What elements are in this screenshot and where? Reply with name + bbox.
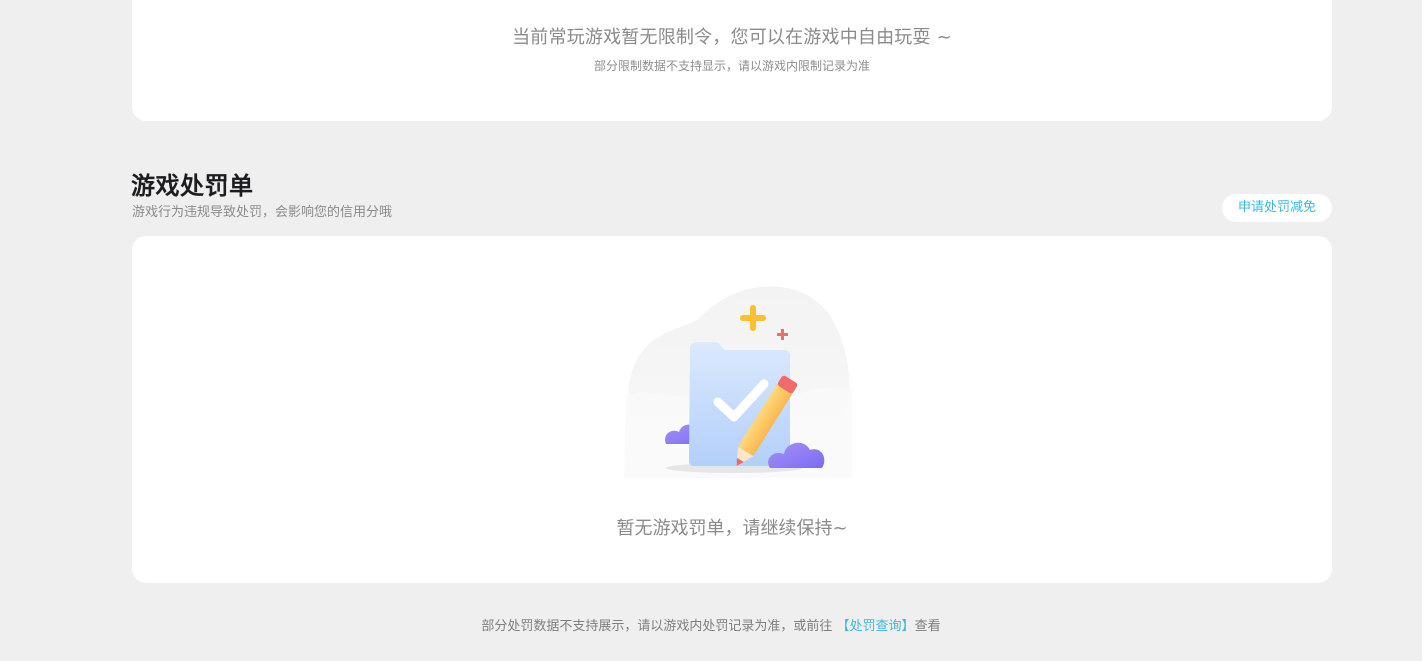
penalty-footer-note: 部分处罚数据不支持展示，请以游戏内处罚记录为准，或前往 【处罚查询】查看 bbox=[0, 615, 1422, 634]
footer-text-after: 查看 bbox=[914, 619, 941, 634]
footer-text-before: 部分处罚数据不支持展示，请以游戏内处罚记录为准，或前往 bbox=[481, 619, 837, 634]
penalty-empty-text: 暂无游戏罚单，请继续保持~ bbox=[616, 518, 848, 539]
empty-clipboard-illustration-icon bbox=[624, 286, 852, 478]
restriction-card: 当前常玩游戏暂无限制令，您可以在游戏中自由玩耍 ~ 部分限制数据不支持显示，请以… bbox=[132, 0, 1332, 121]
page: 当前常玩游戏暂无限制令，您可以在游戏中自由玩耍 ~ 部分限制数据不支持显示，请以… bbox=[0, 0, 1422, 661]
restriction-note: 部分限制数据不支持显示，请以游戏内限制记录为准 bbox=[593, 59, 870, 73]
penalty-card: 暂无游戏罚单，请继续保持~ bbox=[132, 236, 1332, 583]
restriction-status-text: 当前常玩游戏暂无限制令，您可以在游戏中自由玩耍 ~ bbox=[512, 27, 952, 48]
penalty-section-title: 游戏处罚单 bbox=[131, 172, 254, 200]
penalty-section-description: 游戏行为违规导致处罚，会影响您的信用分哦 bbox=[132, 205, 393, 220]
apply-penalty-waiver-button[interactable]: 申请处罚减免 bbox=[1222, 194, 1332, 222]
penalty-query-link[interactable]: 【处罚查询】 bbox=[837, 619, 915, 634]
